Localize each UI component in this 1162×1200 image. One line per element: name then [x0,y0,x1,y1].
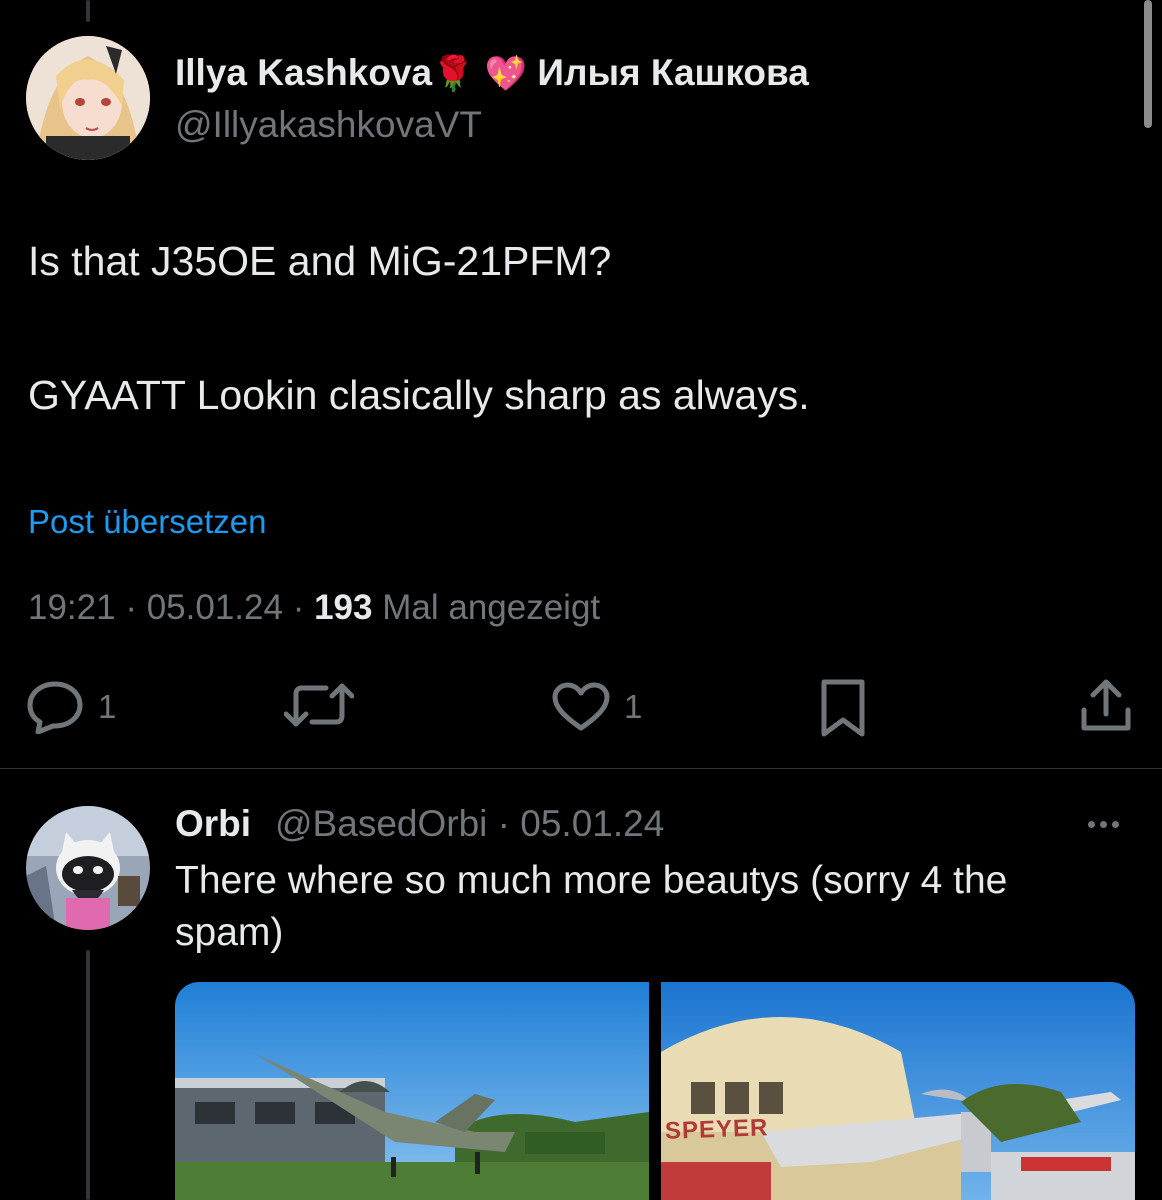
reply-meta: @BasedOrbi · 05.01.24 [275,803,664,845]
thread-line-bottom [86,950,90,1200]
author-name[interactable]: Illya Kashkova🌹 💖 Илыя Кашкова [175,52,809,94]
reply-author-name[interactable]: Orbi [175,803,251,845]
like-button[interactable]: 1 [552,682,642,732]
views-count: 193 [314,588,373,627]
share-icon [1078,678,1134,734]
reply-count: 1 [98,688,117,725]
meta-separator: · [292,588,305,627]
sparkling-heart-emoji: 💖 [484,55,528,93]
heart-icon [552,682,610,732]
tweet-meta: 19:21 · 05.01.24 · 193 Mal angezeigt [28,588,600,628]
more-options-icon[interactable] [1088,821,1119,828]
reply-icon [26,680,84,734]
share-button[interactable] [1078,678,1134,734]
like-count: 1 [624,688,643,725]
rose-emoji: 🌹 [432,55,475,93]
reply-avatar-illustration [26,806,150,930]
repost-icon [284,680,354,730]
translate-post-link[interactable]: Post übersetzen [28,503,266,541]
reply-author-handle[interactable]: @BasedOrbi [275,803,487,844]
speyer-museum-photo [661,982,1135,1200]
thread-line-top [86,0,90,22]
reply-separator: · [497,803,510,844]
divider [0,768,1162,769]
reply-text: There where so much more beautys (sorry … [175,859,1008,954]
media-image-left[interactable] [175,982,649,1200]
media-image-right[interactable]: SPEYER [661,982,1135,1200]
jet-aircraft-photo [175,982,649,1200]
speyer-sign: SPEYER [664,1114,769,1145]
views-label: Mal angezeigt [382,588,601,627]
meta-separator: · [125,588,137,627]
tweet-text-line-2: GYAATT Lookin clasically sharp as always… [28,372,810,418]
avatar[interactable] [26,36,150,160]
reply-avatar[interactable] [26,806,150,930]
reply-button[interactable]: 1 [26,680,116,734]
author-handle[interactable]: @IllyakashkovaVT [175,104,482,146]
reply-date[interactable]: 05.01.24 [520,803,664,844]
author-name-text: Illya Kashkova [175,52,433,93]
avatar-illustration [26,36,150,160]
bookmark-button[interactable] [818,678,868,738]
bookmark-icon [818,678,868,738]
tweet-time[interactable]: 19:21 [28,588,116,627]
repost-button[interactable] [284,680,354,730]
author-name-cyrillic: Илыя Кашкова [537,52,809,93]
tweet-date[interactable]: 05.01.24 [147,588,283,627]
scrollbar[interactable] [1144,0,1152,128]
tweet-text-line-1: Is that J35OE and MiG-21PFM? [28,238,612,284]
